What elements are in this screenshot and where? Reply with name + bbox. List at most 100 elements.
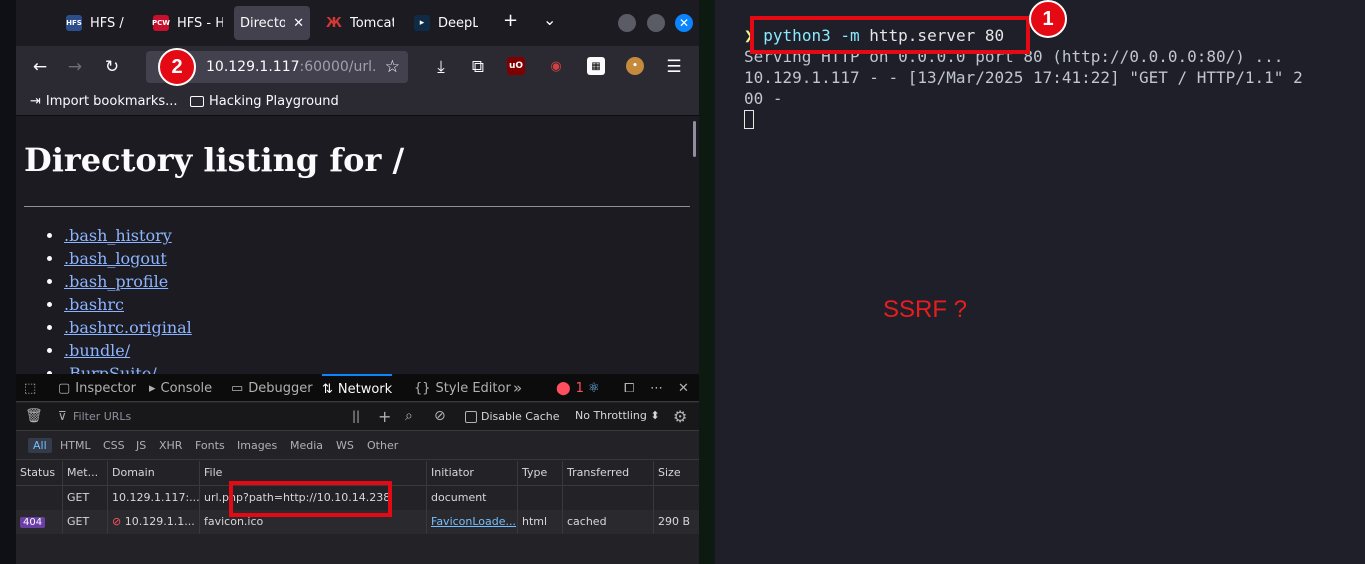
tab-console[interactable]: ▸ Console [149,374,212,402]
cell-size: 290 B [653,510,699,534]
tab-hfs[interactable]: HFS HFS / [66,6,124,40]
cell-initiator: document [426,486,517,510]
tab-list-button[interactable]: ⌄ [543,10,556,29]
settings-gear-icon[interactable]: ⚙ [673,407,687,426]
terminal-window[interactable]: ❯ python3 -m http.server 80 Serving HTTP… [715,0,1365,564]
minimize-button[interactable] [618,14,636,32]
status-badge: 404 [20,517,46,528]
tab-tomcat[interactable]: Ж Tomcat [326,6,394,40]
type-filters: All HTML CSS JS XHR Fonts Images Media W… [16,432,699,460]
filter-fonts[interactable]: Fonts [190,438,230,453]
column-initiator[interactable]: Initiator [426,461,517,485]
tab-inspector[interactable]: ▢ Inspector [58,374,136,402]
downloads-icon[interactable]: ⤓ [430,56,452,78]
file-link[interactable]: .bash_profile [64,272,168,291]
import-icon: ⇥ [30,94,41,109]
list-item: .bundle/ [64,340,192,363]
file-link[interactable]: .bashrc.original [64,318,192,337]
disable-cache-checkbox[interactable] [465,411,477,423]
column-type[interactable]: Type [517,461,562,485]
filter-ws[interactable]: WS [331,438,359,453]
cell-domain: 10.129.1.117:... [107,486,199,510]
cell-transferred [562,486,653,510]
filter-xhr[interactable]: XHR [154,438,187,453]
list-item: .bash_history [64,225,192,248]
file-link[interactable]: .bash_logout [64,249,167,268]
import-bookmarks[interactable]: ⇥ Import bookmarks... [30,94,178,109]
column-method[interactable]: Met... [62,461,107,485]
network-toolbar: 🗑 ⊽ Filter URLs || + ⌕ ⊘ Disable Cache N… [16,403,699,431]
filter-css[interactable]: CSS [98,438,130,453]
file-link[interactable]: .bashrc [64,295,124,314]
list-item: .bashrc.original [64,317,192,340]
pcw-icon: PCW [152,15,170,31]
close-window-button[interactable]: ✕ [675,14,693,32]
dock-icon[interactable]: ⧠ [624,374,634,402]
reload-icon[interactable]: ↻ [101,56,123,78]
tab-debugger[interactable]: ▭ Debugger [231,374,313,402]
folder-icon [190,96,204,107]
devtools-tabs: ⬚ ▢ Inspector ▸ Console ▭ Debugger ⇅ Network… [16,374,699,402]
new-tab-button[interactable]: + [503,10,518,31]
url-text[interactable]: 10.129.1.117:60000/url.ph [206,59,376,75]
tab-pcw-hfs[interactable]: PCW HFS - H [152,6,223,40]
extensions-icon[interactable]: ⧉ [467,56,489,78]
column-status[interactable]: Status [16,461,62,485]
filter-html[interactable]: HTML [55,438,96,453]
tab-style-editor[interactable]: {} Style Editor [414,374,511,402]
search-icon[interactable]: ⌕ [405,408,413,424]
pause-icon[interactable]: || [352,409,360,423]
menu-icon[interactable]: ☰ [663,56,685,78]
maximize-button[interactable] [647,14,665,32]
close-tab-icon[interactable]: ✕ [293,16,304,31]
block-icon[interactable]: ⊘ [434,408,446,424]
element-picker-icon[interactable]: ⬚ [24,374,36,402]
throttling-select[interactable]: No Throttling ⬍ [575,409,660,422]
ublock-icon[interactable]: uO [507,57,525,75]
tab-network[interactable]: ⇅ Network [322,374,393,402]
options-icon[interactable]: ⋯ [650,374,663,402]
filter-images[interactable]: Images [232,438,282,453]
insecure-icon: ⊘ [112,515,125,528]
file-link[interactable]: .BurpSuite/ [64,364,157,374]
inspector-icon: ▢ [58,380,71,396]
back-icon[interactable]: ← [29,56,51,78]
column-transferred[interactable]: Transferred [562,461,653,485]
page-title: Directory listing for / [24,141,405,179]
filter-media[interactable]: Media [285,438,328,453]
style-editor-icon: {} [414,380,431,396]
cell-size [653,486,699,510]
cookie-icon[interactable]: • [626,57,644,75]
console-icon: ▸ [149,380,156,396]
annotation-box-command [750,16,1030,54]
forward-icon[interactable]: → [64,56,86,78]
filter-other[interactable]: Other [362,438,403,453]
file-link[interactable]: .bash_history [64,226,172,245]
responsive-mode-icon[interactable]: ⚛ [588,374,600,402]
trash-icon[interactable]: 🗑 [25,408,43,424]
more-tabs-icon[interactable]: » [513,374,522,402]
debugger-icon: ▭ [231,380,244,396]
tab-deepl[interactable]: ▸ DeepL [414,6,482,40]
cell-method: GET [62,486,107,510]
add-icon[interactable]: + [378,407,391,426]
column-size[interactable]: Size [653,461,699,485]
qr-code-icon[interactable]: ▦ [587,57,605,75]
annotation-note: SSRF ? [883,296,968,323]
close-devtools-icon[interactable]: ✕ [678,374,689,402]
filter-all[interactable]: All [28,438,52,453]
error-counter[interactable]: ⬤ 1 [556,374,584,402]
file-link[interactable]: .bundle/ [64,341,130,360]
bookmarks-toolbar: ⇥ Import bookmarks... Hacking Playground [16,88,699,116]
filter-urls-input[interactable]: Filter URLs [73,410,131,423]
cell-initiator[interactable]: FaviconLoade... [426,510,517,534]
divider [24,206,690,207]
bookmark-star-icon[interactable]: ☆ [385,57,400,77]
filter-js[interactable]: JS [131,438,151,453]
tab-directory[interactable]: Director ✕ [234,6,310,40]
ghostery-icon[interactable]: ◉ [547,57,565,75]
page-scrollbar[interactable] [693,121,696,157]
bookmark-folder-hacking-playground[interactable]: Hacking Playground [190,94,339,109]
file-list: .bash_history .bash_logout .bash_profile… [64,225,192,374]
column-domain[interactable]: Domain [107,461,199,485]
